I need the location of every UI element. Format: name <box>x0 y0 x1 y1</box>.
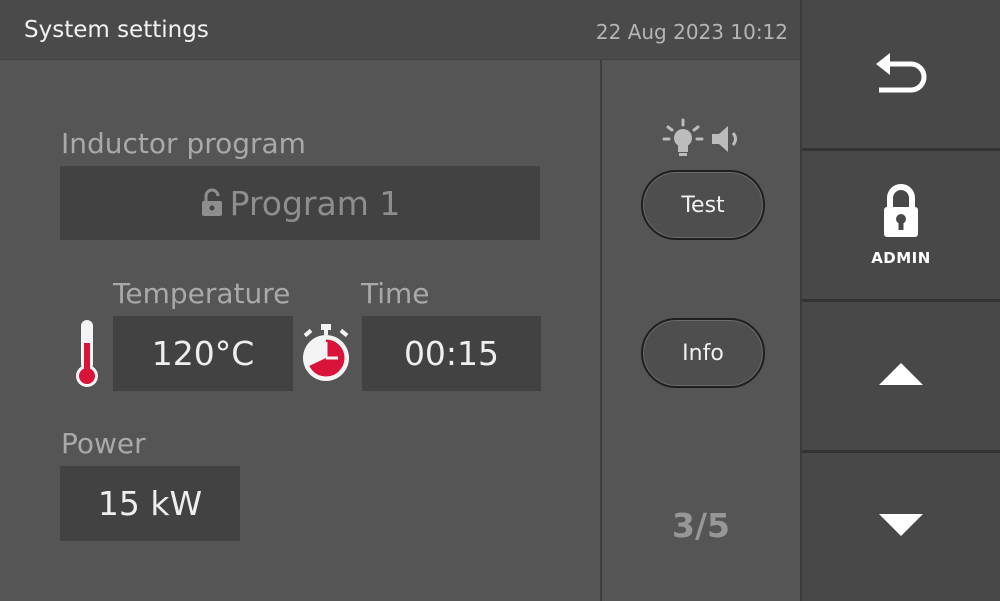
back-arrow-icon <box>873 50 929 98</box>
sidebar: ADMIN <box>802 0 1000 601</box>
temperature-field[interactable]: 120°C <box>113 316 293 391</box>
info-button[interactable]: Info <box>641 318 765 388</box>
inductor-program-value: Program 1 <box>229 183 401 223</box>
admin-button[interactable]: ADMIN <box>802 151 1000 299</box>
lock-icon <box>200 188 224 218</box>
inductor-program-field: Program 1 <box>60 166 540 240</box>
page-title: System settings <box>24 17 209 43</box>
light-bulb-icon <box>662 118 704 164</box>
down-arrow-icon <box>877 512 925 542</box>
power-label: Power <box>61 427 146 460</box>
up-arrow-icon <box>877 361 925 391</box>
page-indicator: 3/5 <box>672 506 730 545</box>
test-button[interactable]: Test <box>641 170 765 240</box>
time-label: Time <box>361 277 430 310</box>
time-field[interactable]: 00:15 <box>362 316 541 391</box>
thermometer-icon <box>72 318 102 394</box>
temperature-label: Temperature <box>113 277 291 310</box>
date-time: 22 Aug 2023 10:12 <box>595 20 788 44</box>
power-field[interactable]: 15 kW <box>60 466 240 541</box>
back-button[interactable] <box>802 0 1000 148</box>
stopwatch-icon <box>298 322 354 388</box>
test-panel: Test Info 3/5 <box>602 60 800 601</box>
title-bar: System settings 22 Aug 2023 10:12 <box>0 0 800 60</box>
settings-panel: Inductor program Program 1 Temperature T… <box>0 60 600 601</box>
admin-label: ADMIN <box>871 249 931 267</box>
scroll-up-button[interactable] <box>802 302 1000 450</box>
inductor-program-label: Inductor program <box>61 127 306 160</box>
lock-icon <box>881 183 921 243</box>
speaker-icon <box>710 124 744 158</box>
scroll-down-button[interactable] <box>802 453 1000 601</box>
